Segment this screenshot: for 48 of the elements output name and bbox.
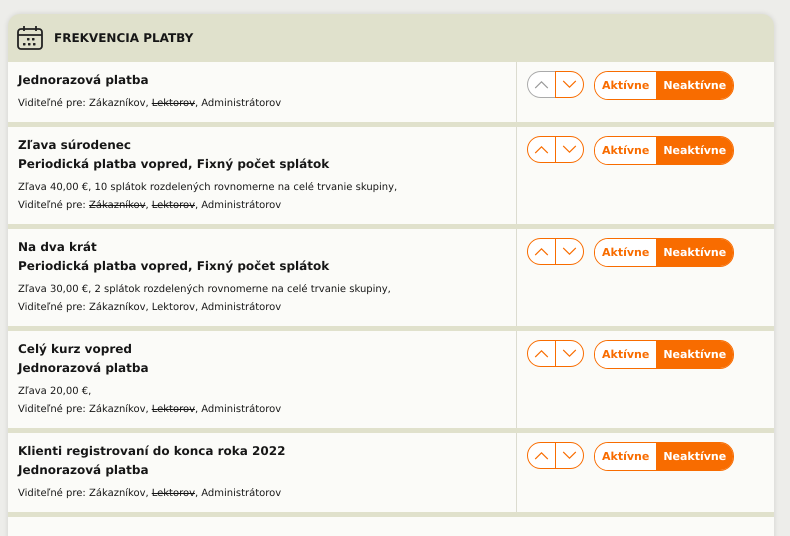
- move-down-button[interactable]: [555, 238, 584, 265]
- status-toggle-option[interactable]: Aktívne: [595, 137, 656, 164]
- discount-text: Zľava 40,00 €, 10 splátok rozdelených rovnomerne na celé trvanie skupiny,: [18, 181, 398, 195]
- calendar-icon: [16, 24, 44, 52]
- move-down-button[interactable]: [555, 136, 584, 163]
- move-up-button[interactable]: [527, 238, 556, 265]
- move-up-button[interactable]: [527, 136, 556, 163]
- move-up-button[interactable]: [527, 442, 556, 469]
- move-down-button[interactable]: [555, 71, 584, 98]
- visibility-text: Viditeľné pre: Zákazníkov, Lektorov, Administrátorov: [18, 301, 282, 315]
- status-toggle-option[interactable]: Neaktívne: [656, 341, 734, 368]
- discount-text: Zľava 30,00 €, 2 splátok rozdelených rovnomerne na celé trvanie skupiny,: [18, 283, 392, 297]
- chevron-down-icon: [562, 80, 577, 89]
- visibility-text: Viditeľné pre: Zákazníkov, Lektorov, Administrátorov: [18, 403, 282, 417]
- chevron-down-icon: [562, 451, 577, 460]
- chevron-up-icon: [534, 145, 549, 154]
- item-title: Klienti registrovaní do konca roka 2022: [18, 443, 286, 460]
- visibility-text: Viditeľné pre: Zákazníkov, Lektorov, Administrátorov: [18, 199, 282, 213]
- status-toggle-option[interactable]: Aktívne: [595, 443, 656, 470]
- status-toggle-option[interactable]: Aktívne: [595, 341, 656, 368]
- item-title: Jednorazová platba: [18, 72, 150, 89]
- payment-type: Periodická platba vopred, Fixný počet splátok: [18, 156, 330, 173]
- status-toggle-option[interactable]: Neaktívne: [656, 443, 734, 470]
- payment-type: Periodická platba vopred, Fixný počet splátok: [18, 258, 330, 275]
- payment-type: Jednorazová platba: [18, 462, 150, 479]
- item-title: Zľava súrodenec: [18, 137, 132, 154]
- chevron-down-icon: [562, 349, 577, 358]
- visibility-text: Viditeľné pre: Zákazníkov, Lektorov, Administrátorov: [18, 487, 282, 501]
- move-down-button[interactable]: [555, 442, 584, 469]
- status-toggle-option[interactable]: Neaktívne: [656, 239, 734, 266]
- chevron-up-icon: [534, 349, 549, 358]
- chevron-up-icon: [534, 451, 549, 460]
- payment-type: Jednorazová platba: [18, 360, 150, 377]
- move-up-button[interactable]: [527, 340, 556, 367]
- visibility-text: Viditeľné pre: Zákazníkov, Lektorov, Administrátorov: [18, 97, 282, 111]
- status-toggle-option[interactable]: Neaktívne: [656, 72, 734, 99]
- item-title: Na dva krát: [18, 239, 98, 256]
- status-toggle-option[interactable]: Aktívne: [595, 72, 656, 99]
- chevron-down-icon: [562, 145, 577, 154]
- discount-text: Zľava 20,00 €,: [18, 385, 92, 399]
- item-title: Celý kurz vopred: [18, 341, 133, 358]
- chevron-down-icon: [562, 247, 577, 256]
- chevron-up-icon: [534, 247, 549, 256]
- status-toggle-option[interactable]: Aktívne: [595, 239, 656, 266]
- move-down-button[interactable]: [555, 340, 584, 367]
- chevron-up-icon: [534, 80, 549, 89]
- status-toggle-option[interactable]: Neaktívne: [656, 137, 734, 164]
- panel-title: FREKVENCIA PLATBY: [54, 31, 194, 45]
